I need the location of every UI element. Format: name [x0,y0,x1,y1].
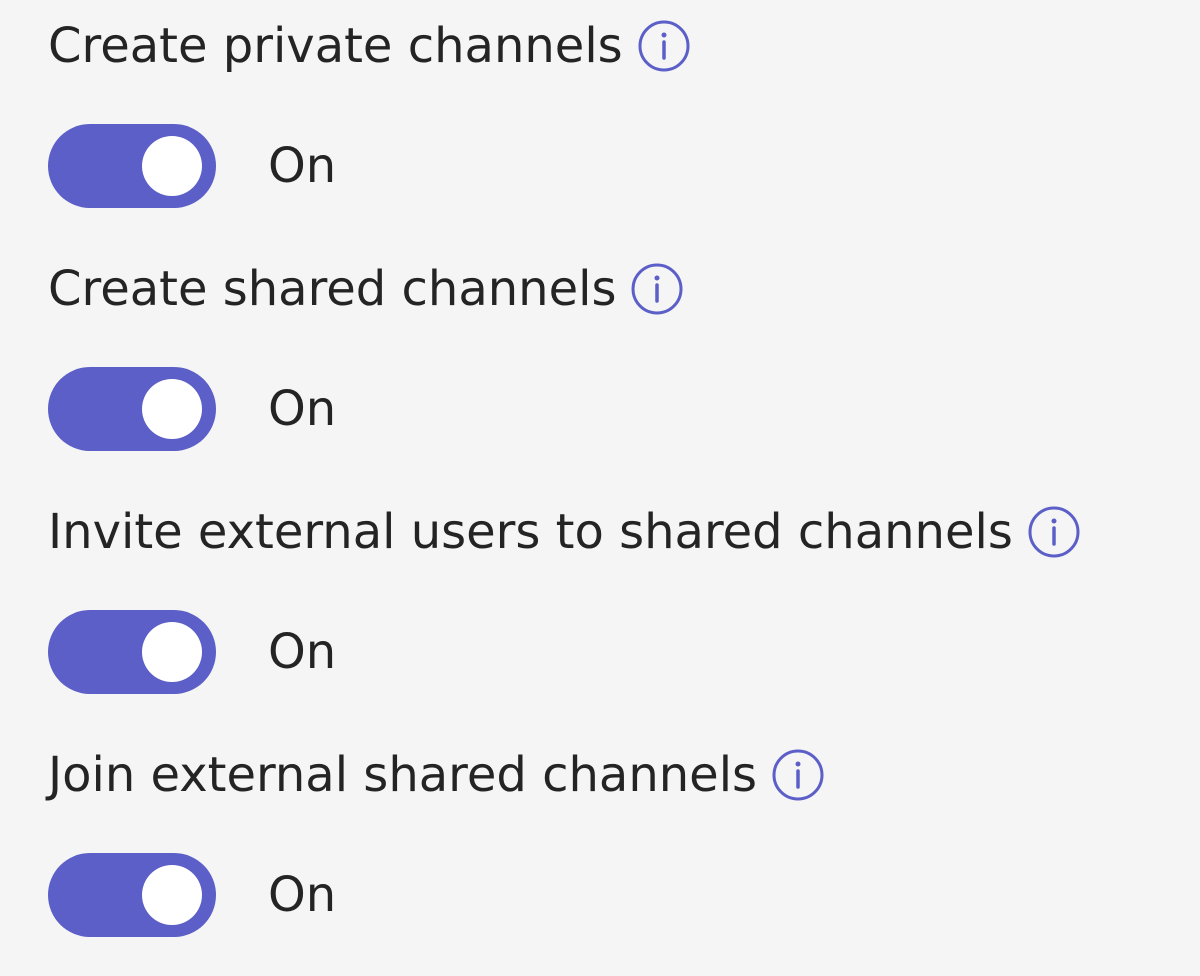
toggle-row: On [48,124,691,208]
info-icon[interactable] [637,19,691,73]
toggle-knob [142,136,202,196]
channel-settings-panel: Create private channels On Create shared… [0,0,1200,976]
create-private-channels-toggle[interactable] [48,124,216,208]
setting-create-private-channels: Create private channels On [48,14,691,208]
setting-invite-external-users: Invite external users to shared channels… [48,500,1081,694]
toggle-knob [142,865,202,925]
setting-label: Invite external users to shared channels [48,504,1013,560]
setting-label-row: Join external shared channels [48,743,825,807]
create-shared-channels-toggle[interactable] [48,367,216,451]
info-icon[interactable] [771,748,825,802]
setting-label-row: Create private channels [48,14,691,78]
toggle-row: On [48,853,825,937]
toggle-knob [142,622,202,682]
toggle-row: On [48,610,1081,694]
setting-create-shared-channels: Create shared channels On [48,257,684,451]
join-external-shared-channels-toggle[interactable] [48,853,216,937]
setting-label: Create private channels [48,18,623,74]
toggle-state-label: On [268,624,337,680]
toggle-state-label: On [268,381,337,437]
toggle-state-label: On [268,138,337,194]
invite-external-users-toggle[interactable] [48,610,216,694]
toggle-state-label: On [268,867,337,923]
toggle-knob [142,379,202,439]
info-icon[interactable] [1027,505,1081,559]
setting-label: Create shared channels [48,261,617,317]
info-icon[interactable] [630,262,684,316]
setting-label: Join external shared channels [48,747,758,803]
setting-label-row: Invite external users to shared channels [48,500,1081,564]
setting-label-row: Create shared channels [48,257,684,321]
toggle-row: On [48,367,684,451]
setting-join-external-shared-channels: Join external shared channels On [48,743,825,937]
